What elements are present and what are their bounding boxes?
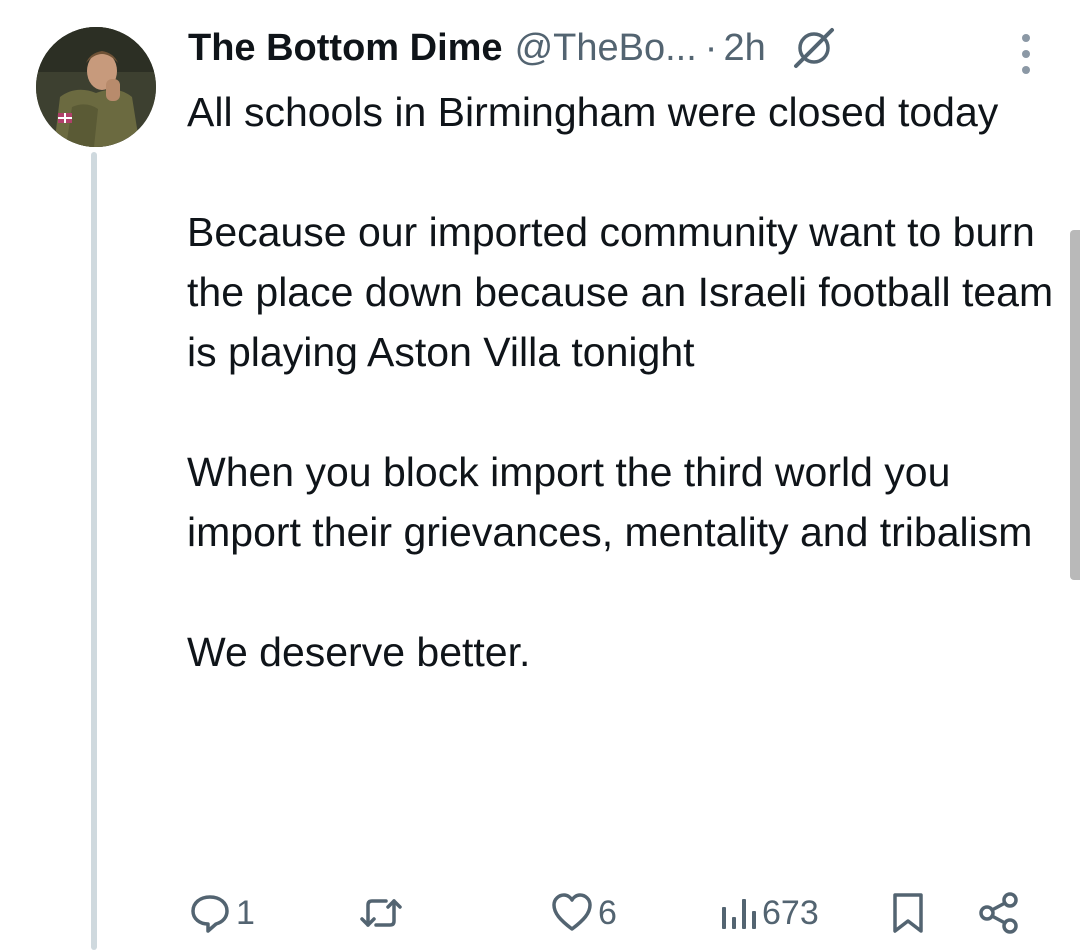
views-button[interactable]: 673	[718, 885, 819, 941]
grok-icon[interactable]	[792, 26, 836, 70]
avatar-image	[36, 27, 156, 147]
tweet-paragraph: All schools in Birmingham were closed to…	[187, 89, 999, 135]
reply-icon	[191, 895, 229, 933]
avatar[interactable]	[36, 27, 156, 147]
repost-button[interactable]	[358, 885, 408, 941]
user-handle[interactable]: @TheBo...	[515, 27, 697, 70]
bookmark-button[interactable]	[888, 885, 928, 941]
tweet-paragraph: When you block import the third world yo…	[187, 449, 1033, 555]
like-icon	[552, 893, 592, 931]
share-button[interactable]	[976, 885, 1022, 941]
display-name[interactable]: The Bottom Dime	[188, 27, 503, 70]
more-vertical-icon[interactable]	[1020, 34, 1032, 74]
separator-dot: ·	[704, 26, 718, 69]
tweet-header: The Bottom Dime @TheBo... · 2h	[188, 20, 836, 76]
tweet-paragraph: We deserve better.	[187, 629, 531, 675]
share-icon	[979, 892, 1018, 934]
like-count: 6	[598, 893, 617, 932]
reply-count: 1	[236, 893, 255, 932]
views-count: 673	[762, 893, 819, 932]
views-icon	[722, 899, 756, 929]
tweet-actions: 1 6 673	[188, 885, 1028, 941]
repost-icon	[360, 899, 402, 927]
thread-line	[91, 152, 97, 950]
timestamp[interactable]: 2h	[723, 27, 765, 70]
like-button[interactable]: 6	[550, 885, 617, 941]
tweet-paragraph: Because our imported community want to b…	[187, 209, 1054, 375]
tweet-text: All schools in Birmingham were closed to…	[187, 82, 1057, 682]
bookmark-icon	[893, 893, 923, 933]
reply-button[interactable]: 1	[188, 885, 255, 941]
scrollbar[interactable]	[1070, 230, 1080, 580]
